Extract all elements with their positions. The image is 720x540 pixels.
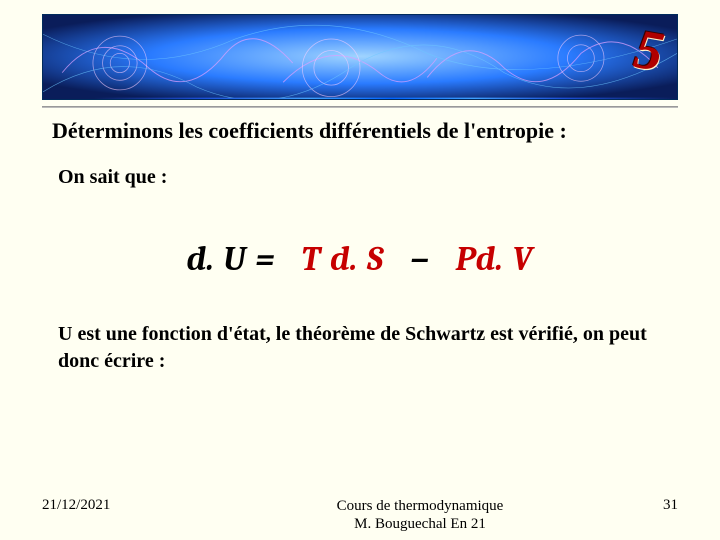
content-area: Déterminons les coefficients différentie… <box>18 118 702 375</box>
banner-fractal: 5 <box>42 14 678 100</box>
equation-term-tds: T d. S <box>301 239 384 279</box>
equation-lhs: d. U <box>186 239 246 279</box>
footer-page-number: 31 <box>618 497 678 514</box>
equation-term-pdv: Pd. V <box>456 239 534 279</box>
section-heading: Déterminons les coefficients différentie… <box>52 118 668 144</box>
equation-block: d. U = T d. S − Pd. V <box>52 239 668 279</box>
body-paragraph: U est une fonction d'état, le théorème d… <box>58 321 658 375</box>
fractal-decoration <box>43 15 677 98</box>
divider <box>42 106 678 108</box>
footer-course-line1: Cours de thermodynamique <box>222 497 618 516</box>
equation-minus: − <box>410 239 430 279</box>
footer-course-line2: M. Bouguechal En 21 <box>222 515 618 534</box>
equation-equals: = <box>255 239 275 279</box>
subheading: On sait que : <box>58 166 668 189</box>
footer: 21/12/2021 Cours de thermodynamique M. B… <box>0 497 720 535</box>
slide: 5 Déterminons les coefficients différent… <box>0 14 720 540</box>
footer-date: 21/12/2021 <box>42 497 222 514</box>
footer-course: Cours de thermodynamique M. Bouguechal E… <box>222 497 618 535</box>
equation: d. U = T d. S − Pd. V <box>186 239 533 279</box>
